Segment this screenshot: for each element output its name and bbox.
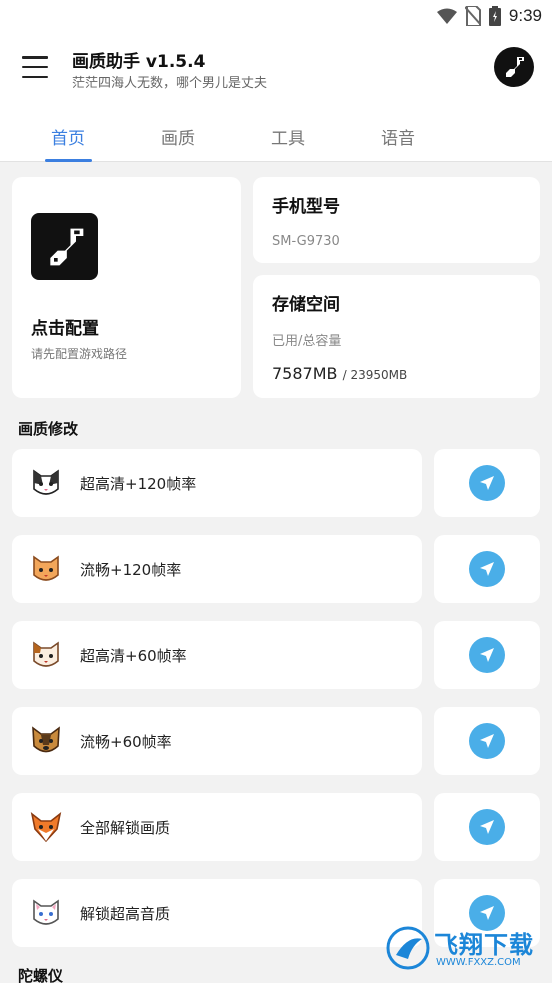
phone-model-value: SM-G9730 [272, 234, 340, 249]
storage-label: 已用/总容量 [272, 334, 342, 349]
watermark-text: 飞翔下载 [434, 931, 534, 959]
preset-label: 全部解锁画质 [80, 819, 171, 837]
storage-title: 存储空间 [272, 295, 340, 315]
dog-icon [32, 726, 60, 753]
config-subtitle: 请先配置游戏路径 [31, 347, 128, 361]
tab-tools[interactable]: 工具 [252, 124, 324, 149]
preset-row[interactable]: 全部解锁画质 [12, 793, 422, 861]
app-title: 画质助手 v1.5.4 [72, 52, 206, 72]
status-time: 9:39 [508, 6, 542, 25]
app-logo [31, 213, 98, 280]
send-icon [469, 723, 505, 759]
phone-model-title: 手机型号 [272, 197, 340, 217]
app-subtitle: 茫茫四海人无数，哪个男儿是丈夫 [72, 76, 268, 91]
cat-icon [33, 641, 59, 667]
no-sim-icon [464, 6, 481, 26]
app-bar: 画质助手 v1.5.4 茫茫四海人无数，哪个男儿是丈夫 [0, 32, 552, 104]
cat-icon [33, 469, 59, 495]
preset-label: 流畅+120帧率 [80, 561, 182, 579]
menu-line [22, 65, 48, 69]
storage-used: 7587MB [272, 364, 338, 383]
wrench-icon [49, 228, 83, 265]
wrench-icon [506, 57, 524, 77]
phone-model-card: 手机型号 SM-G9730 [253, 177, 540, 263]
send-icon [469, 465, 505, 501]
battery-icon [488, 6, 501, 26]
config-card[interactable]: 点击配置 请先配置游戏路径 [12, 177, 241, 398]
send-icon [469, 637, 505, 673]
tab-home[interactable]: 首页 [32, 124, 104, 149]
preset-row[interactable]: 超高清+60帧率 [12, 621, 422, 689]
preset-label: 超高清+60帧率 [80, 647, 187, 665]
wifi-icon [436, 8, 457, 24]
fox-icon [30, 812, 62, 843]
watermark-logo-icon [386, 926, 430, 970]
tab-quality[interactable]: 画质 [142, 124, 214, 149]
menu-line [22, 56, 48, 59]
tab-bar: 首页 画质 工具 语音 [0, 104, 552, 162]
section-title-gyro: 陀螺仪 [18, 967, 64, 983]
preset-row[interactable]: 流畅+120帧率 [12, 535, 422, 603]
menu-line [22, 75, 48, 78]
preset-row[interactable]: 流畅+60帧率 [12, 707, 422, 775]
apply-button[interactable] [434, 449, 540, 517]
watermark-url: WWW.FXXZ.COM [436, 957, 521, 968]
storage-value: 7587MB / 23950MB [272, 364, 407, 383]
status-icons: 9:39 [436, 5, 542, 27]
preset-label: 超高清+120帧率 [80, 475, 197, 493]
send-icon [469, 809, 505, 845]
preset-row[interactable]: 解锁超高音质 [12, 879, 422, 947]
app-logo-button[interactable] [494, 47, 534, 87]
apply-button[interactable] [434, 793, 540, 861]
apply-button[interactable] [434, 535, 540, 603]
cat-icon [33, 555, 59, 581]
storage-total: / 23950MB [342, 368, 408, 382]
storage-card: 存储空间 已用/总容量 7587MB / 23950MB [253, 275, 540, 398]
tab-indicator [45, 159, 92, 162]
preset-row[interactable]: 超高清+120帧率 [12, 449, 422, 517]
preset-label: 解锁超高音质 [80, 905, 171, 923]
watermark: 飞翔下载 WWW.FXXZ.COM [386, 923, 546, 973]
cat-icon [33, 899, 59, 925]
preset-label: 流畅+60帧率 [80, 733, 172, 751]
send-icon [469, 551, 505, 587]
apply-button[interactable] [434, 707, 540, 775]
status-bar: 9:39 [0, 0, 552, 32]
apply-button[interactable] [434, 621, 540, 689]
section-title-quality: 画质修改 [18, 420, 79, 438]
config-title: 点击配置 [31, 319, 99, 339]
menu-button[interactable] [22, 56, 48, 78]
tab-voice[interactable]: 语音 [362, 124, 434, 149]
